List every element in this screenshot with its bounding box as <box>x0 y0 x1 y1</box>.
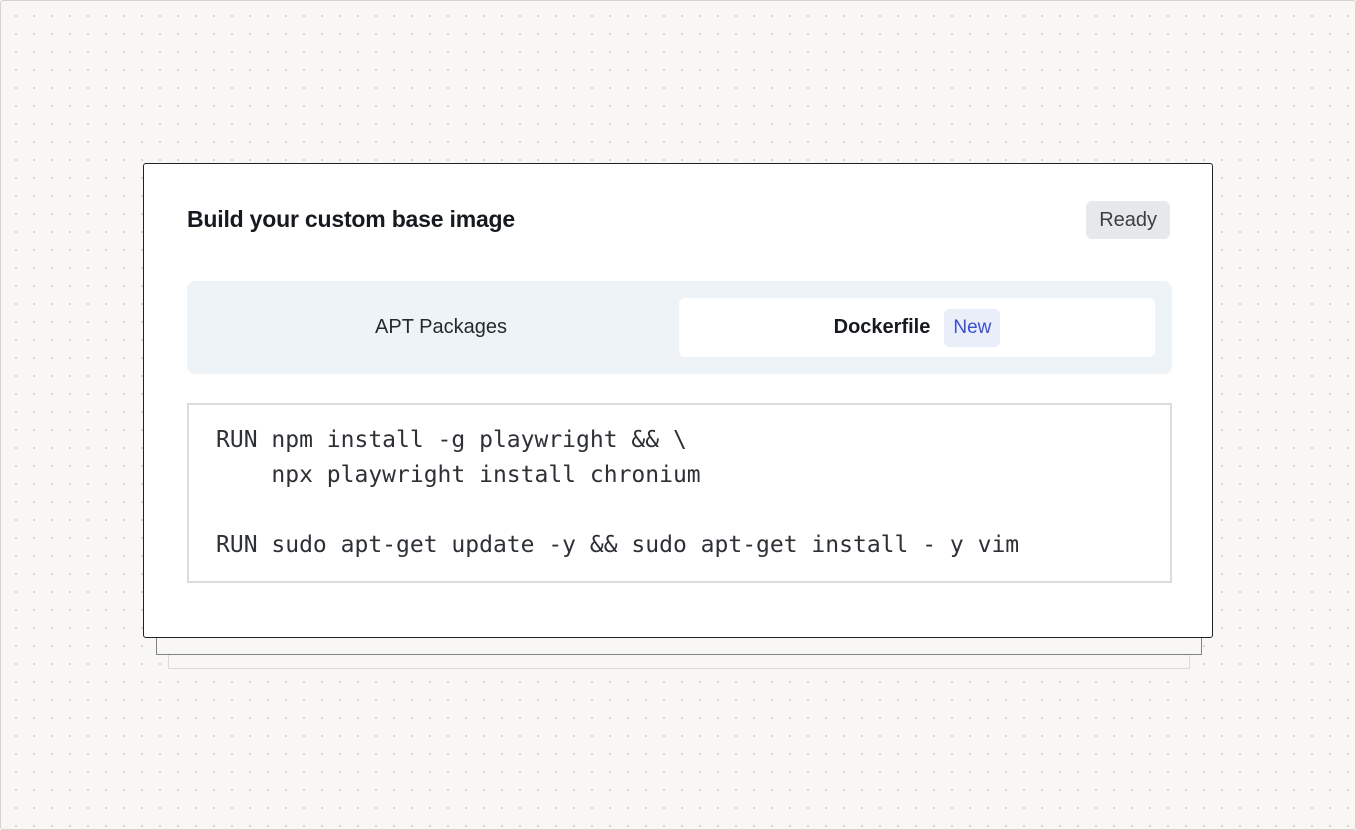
status-badge: Ready <box>1086 201 1170 239</box>
card-title: Build your custom base image <box>187 206 515 232</box>
code-line: RUN sudo apt-get update -y && sudo apt-g… <box>216 532 1020 558</box>
tab-apt-packages-label: APT Packages <box>375 316 507 338</box>
dockerfile-editor[interactable]: RUN npm install -g playwright && \ npx p… <box>187 403 1172 583</box>
tab-apt-packages[interactable]: APT Packages <box>203 298 679 357</box>
canvas-background: Build your custom base image Ready APT P… <box>0 0 1356 830</box>
new-badge: New <box>944 308 1001 347</box>
code-line: RUN npm install -g playwright && \ <box>216 427 687 453</box>
tab-dockerfile-label: Dockerfile <box>833 316 931 338</box>
code-line: npx playwright install chronium <box>216 462 701 488</box>
tab-dockerfile[interactable]: Dockerfile New <box>679 298 1155 357</box>
base-image-card: Build your custom base image Ready APT P… <box>143 163 1213 638</box>
tab-bar: APT Packages Dockerfile New <box>187 281 1172 374</box>
